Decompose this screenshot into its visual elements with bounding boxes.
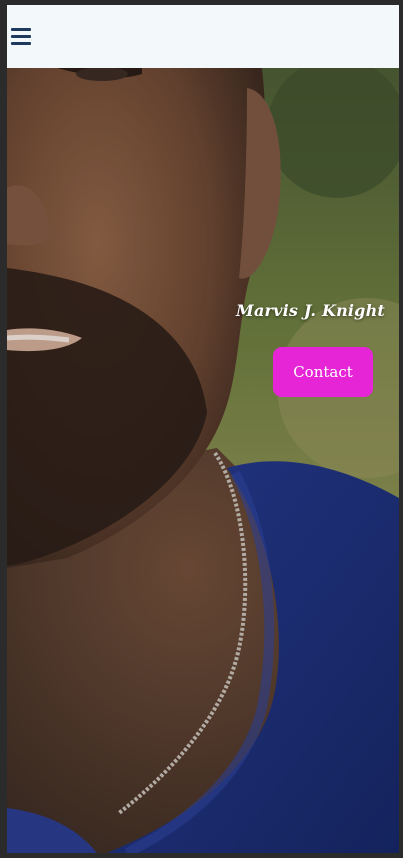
- contact-button[interactable]: Contact: [273, 347, 373, 397]
- top-nav-bar: [7, 5, 399, 68]
- hero-name-heading: Marvis J. Knight: [236, 301, 385, 320]
- menu-bar-line: [11, 35, 31, 38]
- page-frame: Marvis J. Knight Contact: [7, 5, 399, 853]
- hero-portrait-image: [7, 68, 399, 853]
- menu-bar-line: [11, 42, 31, 45]
- menu-bar-line: [11, 28, 31, 31]
- hamburger-menu-icon[interactable]: [11, 25, 33, 47]
- page-viewport: Marvis J. Knight Contact: [0, 0, 403, 858]
- hero-section: Marvis J. Knight Contact: [7, 68, 399, 853]
